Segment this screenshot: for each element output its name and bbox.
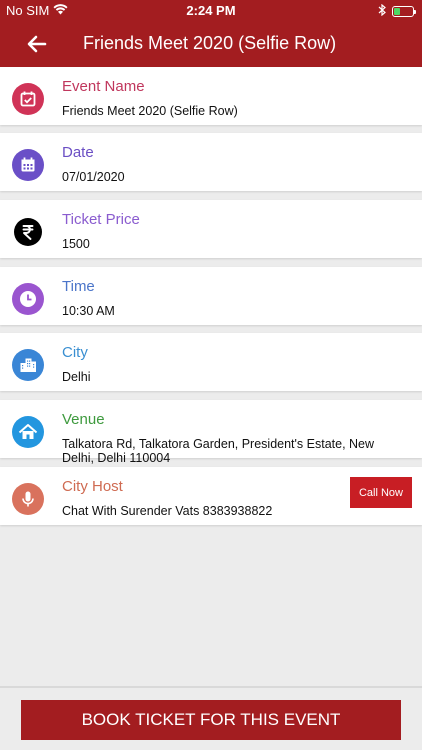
ticket-price-value: 1500 [62,237,90,251]
detail-card-venue: Venue Talkatora Rd, Talkatora Garden, Pr… [0,400,422,465]
city-host-value[interactable]: Chat With Surender Vats 8383938822 [62,504,382,518]
footer-bar: BOOK TICKET FOR THIS EVENT [0,686,422,750]
detail-card-event-name: Event Name Friends Meet 2020 (Selfie Row… [0,67,422,125]
microphone-icon [12,483,44,515]
status-time: 2:24 PM [186,3,236,18]
book-ticket-button[interactable]: BOOK TICKET FOR THIS EVENT [21,700,401,740]
venue-label: Venue [62,411,105,428]
time-label: Time [62,278,95,295]
city-host-label: City Host [62,478,123,495]
time-value: 10:30 AM [62,304,115,318]
status-bar: No SIM 2:24 PM [0,0,422,22]
bluetooth-icon [378,3,386,19]
calendar-icon [12,149,44,181]
arrow-left-icon [27,35,47,53]
venue-value: Talkatora Rd, Talkatora Garden, Presiden… [62,437,375,465]
city-label: City [62,344,88,361]
back-button[interactable] [22,30,52,58]
clock-icon [12,283,44,315]
home-icon [12,416,44,448]
status-right [378,3,416,19]
detail-card-time: Time 10:30 AM [0,267,422,325]
city-value: Delhi [62,370,91,384]
date-label: Date [62,144,94,161]
detail-card-city: City Delhi [0,333,422,391]
rupee-icon [12,216,44,248]
calendar-check-icon [12,83,44,115]
app-header: No SIM 2:24 PM Friends Meet 2020 (Selfie… [0,0,422,67]
event-name-value: Friends Meet 2020 (Selfie Row) [62,104,238,118]
detail-card-date: Date 07/01/2020 [0,133,422,191]
detail-card-city-host: City Host Chat With Surender Vats 838393… [0,467,422,525]
city-icon [12,349,44,381]
call-now-button[interactable]: Call Now [350,477,412,508]
date-value: 07/01/2020 [62,170,125,184]
ticket-price-label: Ticket Price [62,211,140,228]
battery-icon [392,6,416,17]
detail-card-ticket-price: Ticket Price 1500 [0,200,422,258]
event-name-label: Event Name [62,78,145,95]
page-title: Friends Meet 2020 (Selfie Row) [83,33,337,53]
nav-bar: Friends Meet 2020 (Selfie Row) [0,24,422,64]
